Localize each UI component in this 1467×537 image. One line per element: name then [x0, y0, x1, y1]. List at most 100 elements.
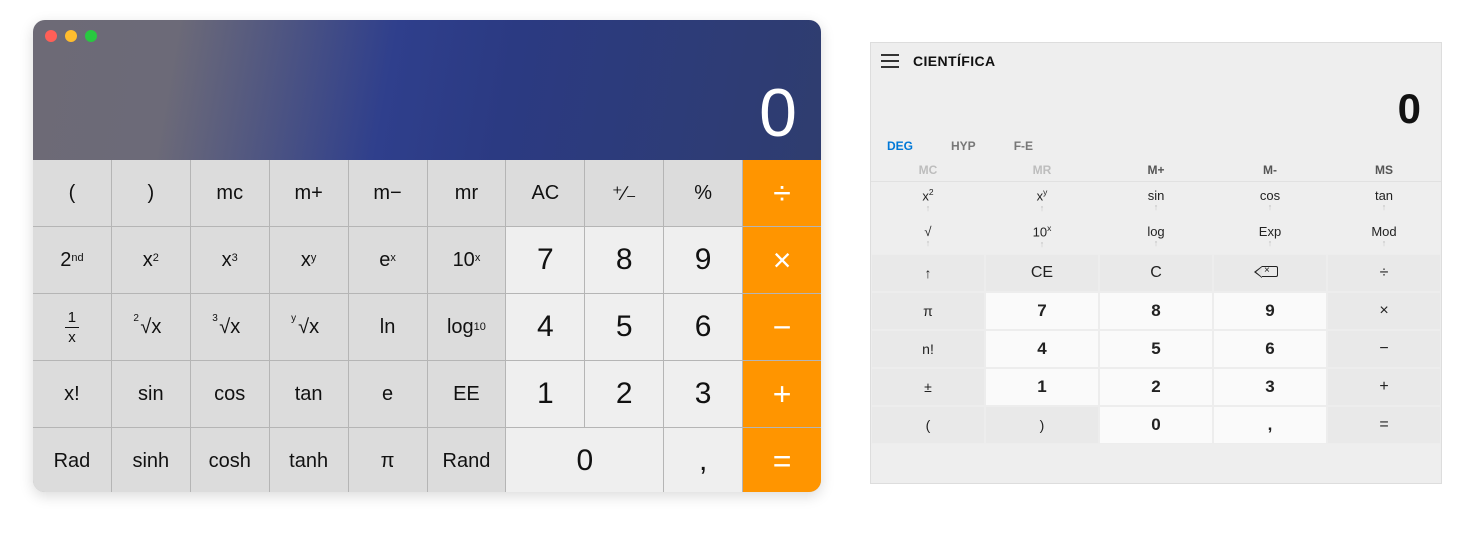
win-digit-8-button[interactable]: 8 [1099, 292, 1213, 330]
mode-deg-button[interactable]: DEG [887, 139, 913, 153]
mac-digit-8-button[interactable]: 8 [585, 227, 663, 293]
win-ten-power-button[interactable]: 10x↑ [985, 218, 1099, 254]
win-cos-button[interactable]: cos↑ [1213, 182, 1327, 218]
win-keypad: ↑CEC×÷π789×n!456−±123+()0,= [871, 254, 1441, 444]
win-multiply-button[interactable]: × [1327, 292, 1441, 330]
mac-tanh-button[interactable]: tanh [270, 428, 348, 492]
close-icon[interactable] [45, 30, 57, 42]
win-digit-2-button[interactable]: 2 [1099, 368, 1213, 406]
mac-cos-button[interactable]: cos [191, 361, 269, 427]
mac-paren-open-button[interactable]: ( [33, 160, 111, 226]
mac-digit-0-button[interactable]: 0 [506, 428, 663, 492]
mac-digit-2-button[interactable]: 2 [585, 361, 663, 427]
mac-ln-button[interactable]: ln [349, 294, 427, 360]
mac-pi-button[interactable]: π [349, 428, 427, 492]
win-equals-button[interactable]: = [1327, 406, 1441, 444]
mac-sin-button[interactable]: sin [112, 361, 190, 427]
mac-reciprocal-button[interactable]: 1x [33, 294, 111, 360]
memory-ms-button[interactable]: MS [1327, 163, 1441, 177]
mac-equals-button[interactable]: = [743, 428, 821, 492]
win-digit-6-button[interactable]: 6 [1213, 330, 1327, 368]
win-sin-button[interactable]: sin↑ [1099, 182, 1213, 218]
win-sign-button[interactable]: ± [871, 368, 985, 406]
win-paren-close-button[interactable]: ) [985, 406, 1099, 444]
hamburger-icon[interactable] [881, 54, 899, 68]
minimize-icon[interactable] [65, 30, 77, 42]
mac-digit-9-button[interactable]: 9 [664, 227, 742, 293]
win-digit-5-button[interactable]: 5 [1099, 330, 1213, 368]
mac-cbrt-button[interactable]: 3√x [191, 294, 269, 360]
win-add-button[interactable]: + [1327, 368, 1441, 406]
mac-second-button[interactable]: 2nd [33, 227, 111, 293]
mac-decimal-button[interactable]: , [664, 428, 742, 492]
memory-mminus-button[interactable]: M- [1213, 163, 1327, 177]
mac-memory-sub-button[interactable]: m− [349, 160, 427, 226]
win-square-button[interactable]: x2↑ [871, 182, 985, 218]
mac-sqrt-button[interactable]: 2√x [112, 294, 190, 360]
win-mod-button[interactable]: Mod↑ [1327, 218, 1441, 254]
mac-factorial-button[interactable]: x! [33, 361, 111, 427]
win-digit-9-button[interactable]: 9 [1213, 292, 1327, 330]
mac-e-const-button[interactable]: e [349, 361, 427, 427]
mac-add-button[interactable]: + [743, 361, 821, 427]
mac-all-clear-button[interactable]: AC [506, 160, 584, 226]
maximize-icon[interactable] [85, 30, 97, 42]
mac-percent-button[interactable]: % [664, 160, 742, 226]
win-backspace-button[interactable]: × [1213, 254, 1327, 292]
mac-digit-1-button[interactable]: 1 [506, 361, 584, 427]
mac-sign-toggle-button[interactable]: ⁺∕₋ [585, 160, 663, 226]
mac-memory-clear-button[interactable]: mc [191, 160, 269, 226]
mac-divide-button[interactable]: ÷ [743, 160, 821, 226]
mac-tan-button[interactable]: tan [270, 361, 348, 427]
win-ce-button[interactable]: CE [985, 254, 1099, 292]
win-shift-button[interactable]: ↑ [871, 254, 985, 292]
win-digit-4-button[interactable]: 4 [985, 330, 1099, 368]
mac-sinh-button[interactable]: sinh [112, 428, 190, 492]
win-log-button[interactable]: log↑ [1099, 218, 1213, 254]
win-title: CIENTÍFICA [913, 53, 996, 69]
win-c-button[interactable]: C [1099, 254, 1213, 292]
mac-digit-3-button[interactable]: 3 [664, 361, 742, 427]
win-divide-button[interactable]: ÷ [1327, 254, 1441, 292]
mac-digit-4-button[interactable]: 4 [506, 294, 584, 360]
mac-paren-close-button[interactable]: ) [112, 160, 190, 226]
mac-memory-recall-button[interactable]: mr [428, 160, 506, 226]
mode-hyp-button[interactable]: HYP [951, 139, 976, 153]
win-subtract-button[interactable]: − [1327, 330, 1441, 368]
win-pi-button[interactable]: π [871, 292, 985, 330]
mac-cube-button[interactable]: x3 [191, 227, 269, 293]
win-digit-3-button[interactable]: 3 [1213, 368, 1327, 406]
function-row-a: x2↑xy↑sin↑cos↑tan↑ [871, 182, 1441, 218]
mac-ten-power-button[interactable]: 10x [428, 227, 506, 293]
win-sqrt-button[interactable]: √↑ [871, 218, 985, 254]
win-digit-7-button[interactable]: 7 [985, 292, 1099, 330]
win-digit-1-button[interactable]: 1 [985, 368, 1099, 406]
mac-digit-5-button[interactable]: 5 [585, 294, 663, 360]
win-exp-button[interactable]: Exp↑ [1213, 218, 1327, 254]
mac-power-button[interactable]: xy [270, 227, 348, 293]
backspace-icon: × [1262, 266, 1278, 277]
mac-rad-button[interactable]: Rad [33, 428, 111, 492]
mac-rand-button[interactable]: Rand [428, 428, 506, 492]
mac-memory-add-button[interactable]: m+ [270, 160, 348, 226]
angle-mode-row: DEG HYP F-E [871, 135, 1441, 157]
win-power-button[interactable]: xy↑ [985, 182, 1099, 218]
win-digit-0-button[interactable]: 0 [1099, 406, 1213, 444]
mac-ee-button[interactable]: EE [428, 361, 506, 427]
mac-exp-button[interactable]: ex [349, 227, 427, 293]
mac-cosh-button[interactable]: cosh [191, 428, 269, 492]
mac-digit-6-button[interactable]: 6 [664, 294, 742, 360]
mac-display-value: 0 [759, 74, 797, 152]
mode-f-e-button[interactable]: F-E [1014, 139, 1033, 153]
memory-mplus-button[interactable]: M+ [1099, 163, 1213, 177]
win-tan-button[interactable]: tan↑ [1327, 182, 1441, 218]
mac-log10-button[interactable]: log10 [428, 294, 506, 360]
mac-digit-7-button[interactable]: 7 [506, 227, 584, 293]
mac-square-button[interactable]: x2 [112, 227, 190, 293]
mac-subtract-button[interactable]: − [743, 294, 821, 360]
win-paren-open-button[interactable]: ( [871, 406, 985, 444]
mac-nthroot-button[interactable]: y√x [270, 294, 348, 360]
mac-multiply-button[interactable]: × [743, 227, 821, 293]
win-decimal-button[interactable]: , [1213, 406, 1327, 444]
win-factorial-button[interactable]: n! [871, 330, 985, 368]
